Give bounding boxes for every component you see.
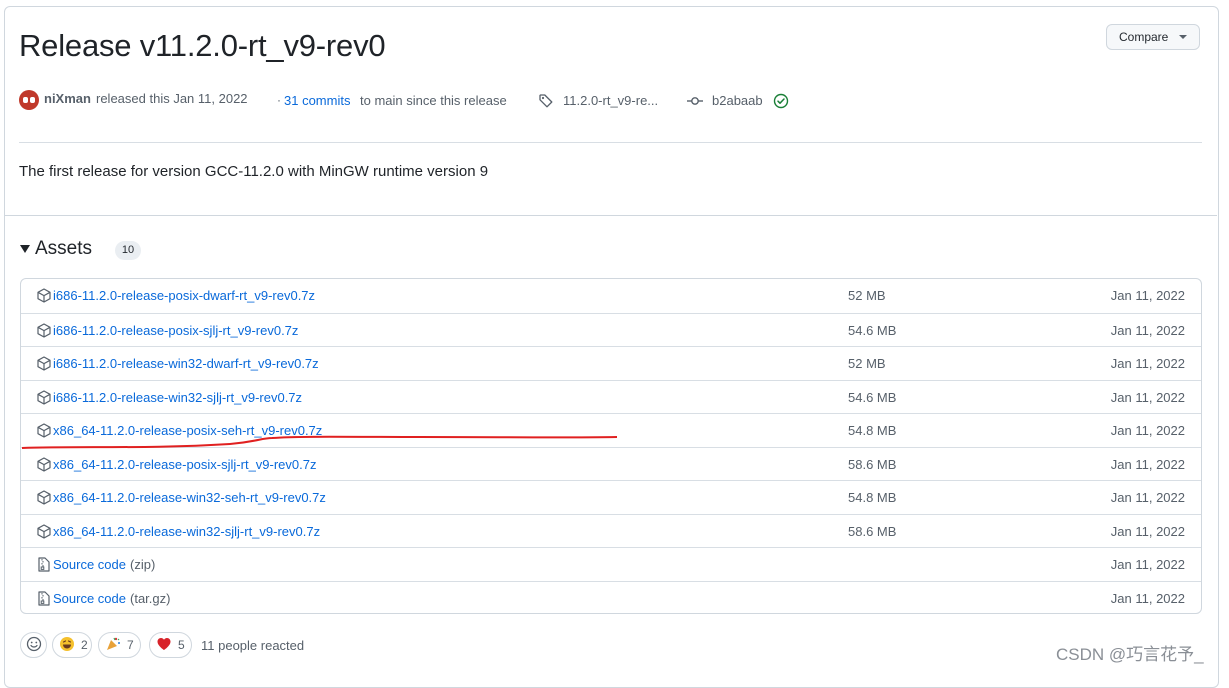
- asset-row: i686-11.2.0-release-posix-dwarf-rt_v9-re…: [21, 279, 1201, 312]
- asset-date: Jan 11, 2022: [1110, 356, 1185, 371]
- tag-link[interactable]: 11.2.0-rt_v9-re...: [563, 93, 658, 108]
- asset-row: Source code (zip) Jan 11, 2022: [21, 547, 1201, 581]
- smiley-icon: [26, 636, 42, 655]
- asset-date: Jan 11, 2022: [1110, 523, 1185, 539]
- asset-name: i686-11.2.0-release-win32-dwarf-rt_v9-re…: [53, 356, 319, 371]
- hooray-reaction-button[interactable]: 7: [98, 632, 141, 658]
- asset-date: Jan 11, 2022: [1110, 456, 1185, 472]
- heart-reaction-button[interactable]: 5: [149, 632, 192, 658]
- avatar-eye-left: [23, 97, 28, 103]
- asset-link[interactable]: i686-11.2.0-release-win32-dwarf-rt_v9-re…: [53, 356, 319, 371]
- asset-size: 54.8 MB: [848, 490, 897, 505]
- package-icon: [37, 490, 51, 510]
- asset-name: i686-11.2.0-release-posix-dwarf-rt_v9-re…: [53, 288, 316, 303]
- asset-date: Jan 11, 2022: [1110, 423, 1185, 438]
- file-zip-icon: [37, 590, 50, 611]
- laugh-count: 2: [81, 638, 88, 652]
- assets-list: i686-11.2.0-release-posix-dwarf-rt_v9-re…: [20, 278, 1202, 614]
- asset-row: Source code (tar.gz) Jan 11, 2022: [21, 580, 1201, 615]
- asset-format: (zip): [130, 557, 156, 572]
- hooray-count: 7: [127, 638, 134, 652]
- commits-text: to main since this release: [360, 93, 507, 108]
- release-description: The first release for version GCC-11.2.0…: [19, 163, 489, 180]
- asset-name: i686-11.2.0-release-posix-sjlj-rt_v9-rev…: [53, 322, 299, 338]
- package-icon: [37, 288, 51, 308]
- asset-name: x86_64-11.2.0-release-posix-seh-rt_v9-re…: [53, 423, 323, 438]
- asset-link[interactable]: i686-11.2.0-release-posix-dwarf-rt_v9-re…: [53, 288, 315, 303]
- asset-size: 52 MB: [848, 356, 886, 371]
- release-title[interactable]: Release v11.2.0-rt_v9-rev0: [19, 28, 386, 64]
- asset-date: Jan 11, 2022: [1110, 322, 1185, 338]
- asset-format: (tar.gz): [130, 590, 171, 606]
- meta-separator: ·: [277, 93, 281, 107]
- commit-link[interactable]: b2abaab: [712, 93, 763, 108]
- assets-count-badge: 10: [115, 241, 141, 260]
- git-commit-icon: [686, 94, 704, 112]
- avatar-eye-right: [30, 97, 35, 103]
- compare-button[interactable]: Compare: [1106, 24, 1200, 50]
- asset-row: i686-11.2.0-release-win32-dwarf-rt_v9-re…: [21, 346, 1201, 380]
- laugh-emoji-icon: [59, 636, 75, 655]
- asset-name: Source code: [53, 590, 126, 606]
- package-icon: [37, 389, 51, 410]
- asset-date: Jan 11, 2022: [1110, 557, 1185, 572]
- tag-icon: [538, 93, 554, 114]
- assets-heading[interactable]: Assets: [35, 238, 92, 260]
- asset-size: 58.6 MB: [848, 523, 897, 539]
- asset-date: Jan 11, 2022: [1110, 490, 1185, 505]
- file-zip-icon: [37, 557, 50, 577]
- asset-link[interactable]: x86_64-11.2.0-release-win32-seh-rt_v9-re…: [53, 490, 326, 505]
- divider: [19, 142, 1202, 143]
- asset-link[interactable]: Source code (tar.gz): [53, 591, 170, 606]
- author-link[interactable]: niXman: [44, 91, 91, 106]
- package-icon: [37, 356, 51, 376]
- chevron-down-icon: [1179, 35, 1187, 39]
- asset-link[interactable]: x86_64-11.2.0-release-posix-sjlj-rt_v9-r…: [53, 457, 317, 472]
- divider: [4, 215, 1217, 216]
- package-icon: [37, 423, 51, 443]
- asset-link[interactable]: i686-11.2.0-release-posix-sjlj-rt_v9-rev…: [53, 323, 298, 338]
- asset-size: 54.8 MB: [848, 423, 897, 438]
- asset-row: i686-11.2.0-release-win32-sjlj-rt_v9-rev…: [21, 379, 1201, 414]
- avatar[interactable]: [19, 90, 39, 110]
- reactions-summary: 11 people reacted: [201, 638, 305, 653]
- add-reaction-button[interactable]: [20, 632, 47, 658]
- party-popper-icon: [105, 636, 121, 655]
- asset-row: i686-11.2.0-release-posix-sjlj-rt_v9-rev…: [21, 312, 1201, 347]
- asset-name: x86_64-11.2.0-release-win32-sjlj-rt_v9-r…: [53, 523, 321, 539]
- heart-icon: [156, 636, 172, 655]
- asset-size: 54.6 MB: [848, 322, 897, 338]
- package-icon: [37, 456, 51, 477]
- released-text: released this Jan 11, 2022: [96, 91, 248, 106]
- asset-link[interactable]: Source code (zip): [53, 557, 155, 572]
- asset-date: Jan 11, 2022: [1110, 590, 1185, 606]
- asset-link[interactable]: i686-11.2.0-release-win32-sjlj-rt_v9-rev…: [53, 390, 302, 405]
- asset-name: Source code: [53, 557, 126, 572]
- asset-name: x86_64-11.2.0-release-posix-sjlj-rt_v9-r…: [53, 456, 317, 472]
- heart-count: 5: [178, 638, 185, 652]
- package-icon: [37, 322, 51, 343]
- asset-name: i686-11.2.0-release-win32-sjlj-rt_v9-rev…: [53, 389, 303, 405]
- asset-link[interactable]: x86_64-11.2.0-release-win32-sjlj-rt_v9-r…: [53, 524, 320, 539]
- compare-label: Compare: [1119, 30, 1169, 44]
- commits-link[interactable]: 31 commits: [284, 93, 350, 108]
- asset-name: x86_64-11.2.0-release-win32-seh-rt_v9-re…: [53, 490, 326, 505]
- asset-date: Jan 11, 2022: [1110, 288, 1185, 303]
- asset-date: Jan 11, 2022: [1110, 389, 1185, 405]
- asset-row: x86_64-11.2.0-release-posix-sjlj-rt_v9-r…: [21, 446, 1201, 481]
- asset-row: x86_64-11.2.0-release-win32-seh-rt_v9-re…: [21, 480, 1201, 514]
- laugh-reaction-button[interactable]: 2: [52, 632, 92, 658]
- asset-row: x86_64-11.2.0-release-win32-sjlj-rt_v9-r…: [21, 513, 1201, 548]
- asset-link[interactable]: x86_64-11.2.0-release-posix-seh-rt_v9-re…: [53, 423, 322, 438]
- asset-size: 54.6 MB: [848, 389, 897, 405]
- verified-check-icon[interactable]: [773, 93, 789, 114]
- asset-row: x86_64-11.2.0-release-posix-seh-rt_v9-re…: [21, 413, 1201, 447]
- watermark: CSDN @巧言花予_: [1056, 645, 1204, 664]
- package-icon: [37, 523, 51, 544]
- asset-size: 58.6 MB: [848, 456, 897, 472]
- asset-size: 52 MB: [848, 288, 886, 303]
- triangle-down-icon[interactable]: [20, 245, 30, 253]
